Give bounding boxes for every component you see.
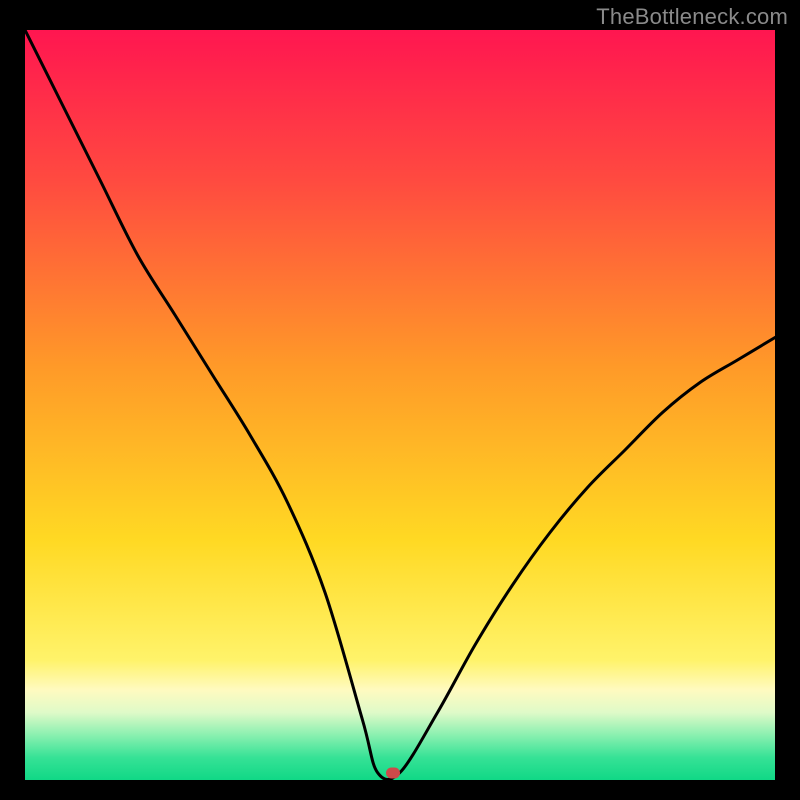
chart-outer: TheBottleneck.com (0, 0, 800, 800)
watermark-text: TheBottleneck.com (596, 4, 788, 30)
bottleneck-curve (25, 30, 775, 780)
plot-area (25, 30, 775, 780)
optimal-point-marker (386, 767, 400, 778)
